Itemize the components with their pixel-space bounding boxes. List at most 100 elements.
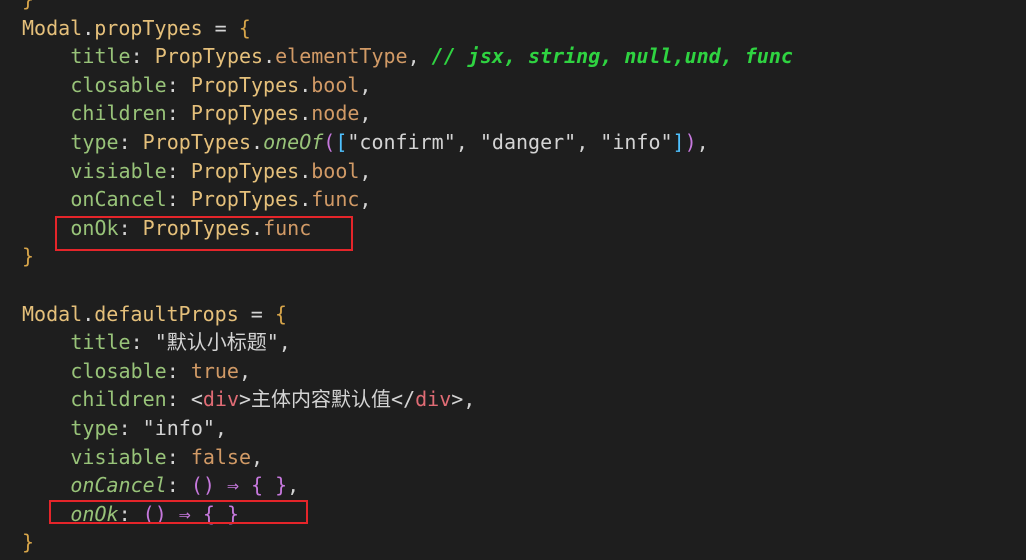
code-token: . bbox=[82, 301, 95, 326]
code-line[interactable]: onCancel: () ⇒ { }, bbox=[70, 471, 299, 500]
code-token: ⇒ bbox=[166, 501, 203, 526]
code-token: : bbox=[166, 358, 191, 383]
code-token: { } bbox=[202, 501, 239, 526]
code-token: PropTypes bbox=[190, 158, 300, 183]
code-token: , bbox=[359, 101, 372, 126]
code-token: . bbox=[263, 44, 276, 69]
code-line[interactable]: title: "默认小标题", bbox=[70, 328, 290, 357]
code-token: : bbox=[118, 130, 143, 154]
code-line[interactable]: } bbox=[22, 0, 34, 14]
code-token: { bbox=[238, 15, 251, 40]
code-token: PropTypes bbox=[190, 187, 300, 212]
code-token: [ bbox=[335, 130, 348, 154]
code-token: propTypes bbox=[94, 15, 203, 40]
code-line[interactable]: Modal.propTypes = { bbox=[22, 14, 251, 43]
code-token: : bbox=[130, 330, 155, 355]
code-token: PropTypes bbox=[142, 130, 252, 154]
code-token: onCancel bbox=[70, 473, 167, 498]
code-token: type bbox=[70, 130, 119, 154]
code-token: true bbox=[190, 358, 239, 383]
code-token: } bbox=[22, 530, 35, 555]
code-line[interactable]: closable: PropTypes.bool, bbox=[70, 71, 371, 100]
code-token: , bbox=[238, 358, 252, 383]
code-token: visiable bbox=[70, 158, 167, 183]
code-line[interactable]: children: PropTypes.node, bbox=[70, 99, 371, 128]
code-token: : bbox=[118, 501, 143, 526]
code-line[interactable]: onOk: () ⇒ { } bbox=[70, 500, 239, 529]
code-token: , bbox=[359, 72, 372, 97]
code-token: . bbox=[299, 101, 312, 126]
code-token: . bbox=[82, 15, 95, 40]
code-token: , bbox=[359, 187, 372, 212]
code-token: = bbox=[202, 15, 239, 40]
code-token: , bbox=[287, 473, 300, 498]
code-token: { bbox=[274, 301, 287, 326]
code-token: PropTypes bbox=[190, 101, 300, 126]
code-token: , bbox=[455, 130, 480, 154]
code-token: . bbox=[299, 72, 312, 97]
code-token: children bbox=[70, 387, 167, 412]
code-token: title bbox=[70, 44, 131, 69]
code-token: () bbox=[190, 473, 215, 498]
code-line[interactable]: visiable: false, bbox=[70, 443, 263, 472]
code-line[interactable]: closable: true, bbox=[70, 357, 251, 386]
code-token: ) bbox=[684, 130, 697, 154]
code-token: Modal bbox=[22, 15, 83, 40]
code-token: > bbox=[238, 387, 252, 412]
code-token: // jsx, string, null,und, func bbox=[431, 44, 793, 69]
code-line[interactable]: children: <div>主体内容默认值</div>, bbox=[70, 385, 475, 414]
code-token: type bbox=[70, 416, 119, 440]
code-token: PropTypes bbox=[154, 44, 264, 69]
code-token: , bbox=[251, 444, 264, 469]
code-line[interactable]: title: PropTypes.elementType, // jsx, st… bbox=[70, 42, 793, 71]
code-token: closable bbox=[70, 358, 167, 383]
code-token: , bbox=[696, 130, 709, 154]
code-token: , bbox=[214, 416, 227, 440]
code-token: children bbox=[70, 101, 167, 126]
code-token: oneOf bbox=[263, 130, 324, 154]
code-line[interactable]: visiable: PropTypes.bool, bbox=[70, 157, 371, 186]
code-token: , bbox=[463, 387, 476, 412]
code-token: } bbox=[22, 0, 34, 11]
code-token: title bbox=[70, 330, 131, 355]
code-token: . bbox=[251, 130, 264, 154]
code-line[interactable]: Modal.defaultProps = { bbox=[22, 300, 287, 329]
code-token: . bbox=[299, 158, 312, 183]
code-token: </ bbox=[391, 387, 416, 412]
code-token: bool bbox=[311, 72, 360, 97]
code-token: onCancel bbox=[70, 187, 167, 212]
code-token: bool bbox=[311, 158, 360, 183]
code-token: PropTypes bbox=[142, 215, 252, 240]
code-token: , bbox=[278, 330, 291, 355]
code-token: PropTypes bbox=[190, 72, 300, 97]
code-token: func bbox=[263, 215, 312, 240]
code-token: "confirm" bbox=[347, 130, 456, 154]
code-token: div bbox=[202, 387, 239, 412]
code-line[interactable]: } bbox=[22, 242, 34, 271]
code-token: visiable bbox=[70, 444, 167, 469]
code-line[interactable]: type: "info", bbox=[70, 414, 227, 443]
code-line[interactable]: onOk: PropTypes.func bbox=[70, 214, 311, 243]
code-token: : bbox=[166, 187, 191, 212]
code-token: ⇒ bbox=[214, 473, 252, 498]
code-token: "danger" bbox=[479, 130, 577, 154]
code-token: onOk bbox=[70, 215, 119, 240]
code-token: elementType bbox=[275, 44, 408, 69]
code-token: > bbox=[451, 387, 464, 412]
code-token: ] bbox=[672, 130, 685, 154]
code-token: defaultProps bbox=[94, 301, 239, 326]
code-token: : bbox=[130, 44, 155, 69]
code-token: ( bbox=[323, 130, 336, 154]
code-line[interactable]: onCancel: PropTypes.func, bbox=[70, 185, 371, 214]
code-token: 主体内容默认值 bbox=[251, 387, 392, 412]
code-line[interactable]: } bbox=[22, 528, 34, 557]
code-token: : bbox=[166, 72, 191, 97]
code-token: "默认小标题" bbox=[154, 330, 279, 355]
code-token: false bbox=[190, 444, 252, 469]
code-token: "info" bbox=[600, 130, 673, 154]
code-token: onOk bbox=[70, 501, 119, 526]
code-token: < bbox=[190, 387, 203, 412]
code-token: : bbox=[166, 473, 191, 498]
code-editor[interactable]: }Modal.propTypes = {title: PropTypes.ele… bbox=[0, 0, 1026, 560]
code-line[interactable]: type: PropTypes.oneOf(["confirm", "dange… bbox=[70, 128, 708, 157]
